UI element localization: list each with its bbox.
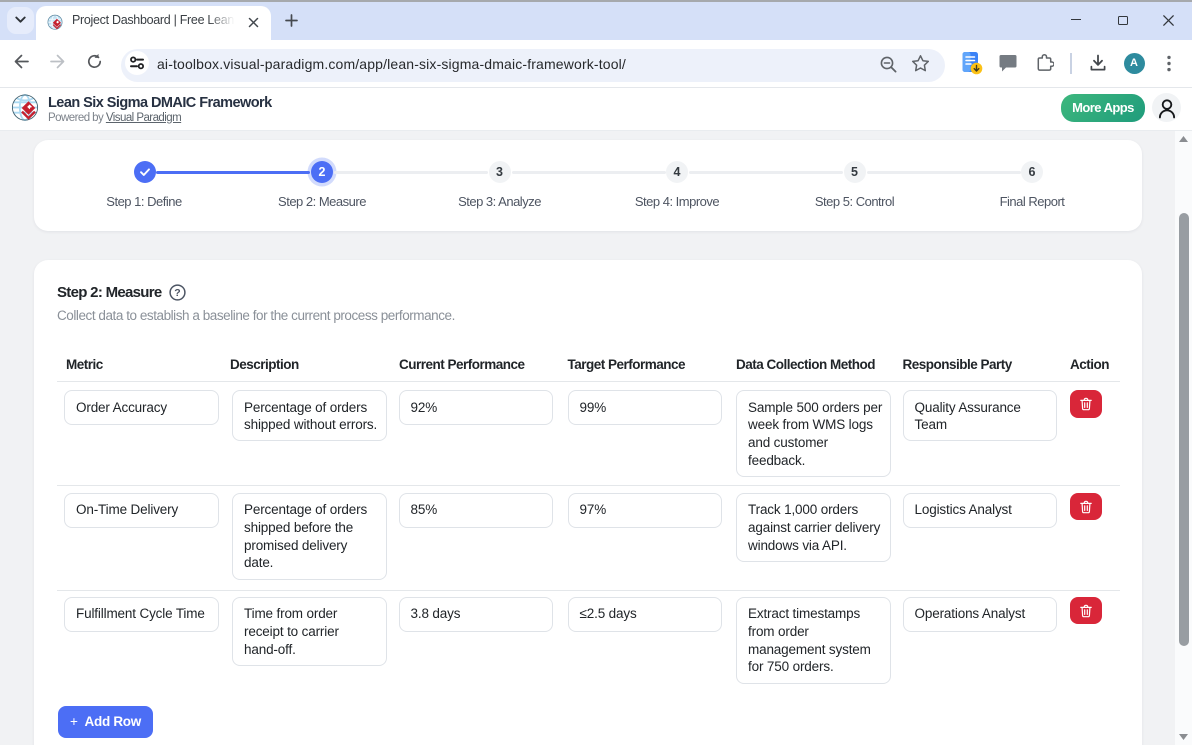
svg-text:?: ? (174, 287, 180, 299)
